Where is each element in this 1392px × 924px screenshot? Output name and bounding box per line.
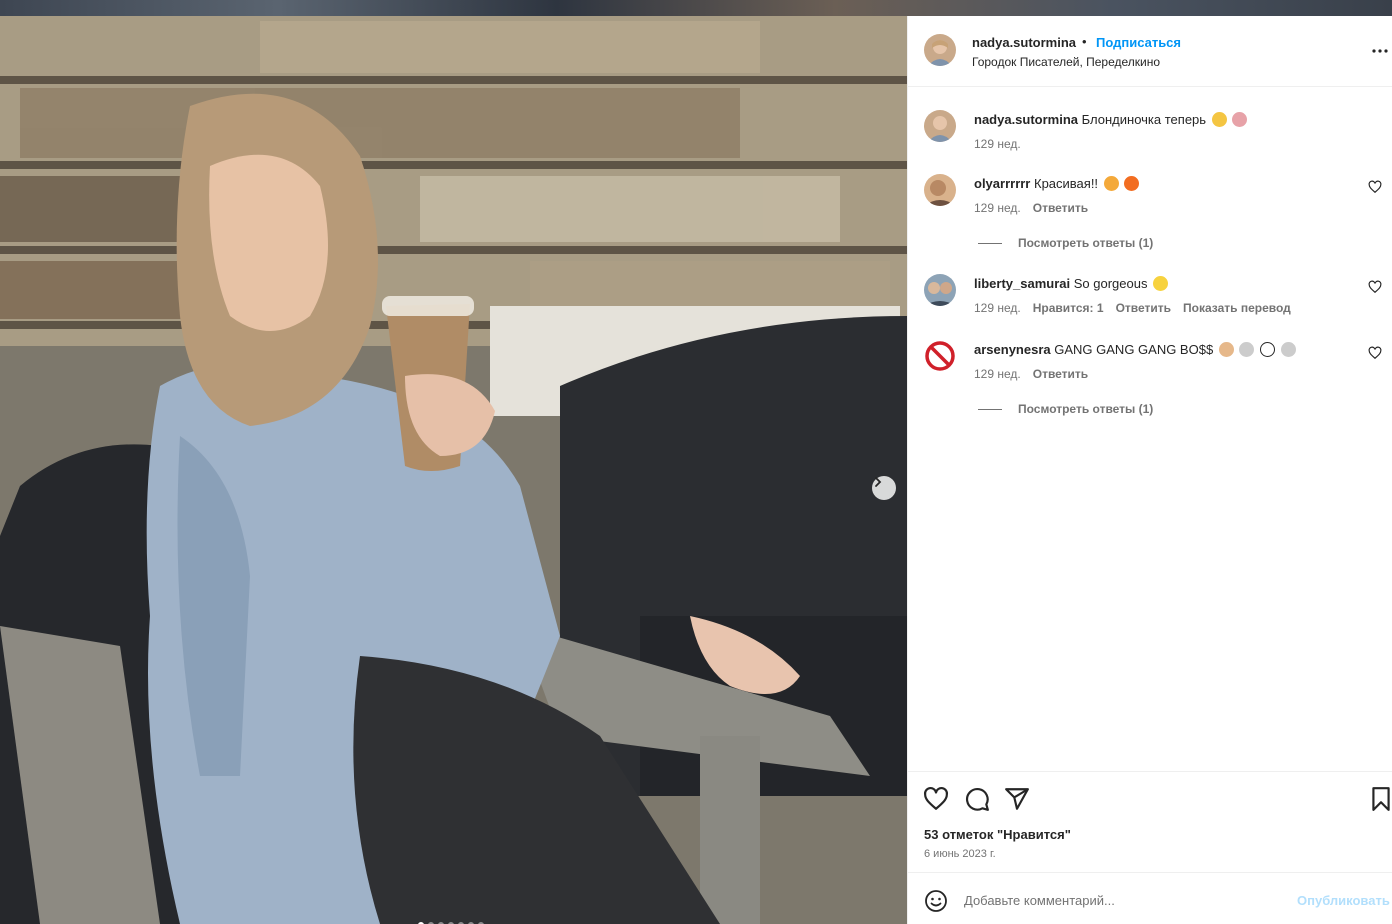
author-avatar[interactable] xyxy=(924,110,956,142)
header-separator: • xyxy=(1082,34,1087,49)
add-comment-bar: Опубликовать xyxy=(908,872,1392,924)
post-date[interactable]: 6 июнь 2023 г. xyxy=(924,848,996,860)
comment-body: GANG GANG GANG BO$$ xyxy=(1054,342,1214,357)
heart-icon[interactable] xyxy=(1368,346,1382,360)
comment-text: olyarrrrrr Красивая!! xyxy=(974,176,1140,191)
commenter-avatar[interactable] xyxy=(924,340,956,372)
post-actions: 53 отметок "Нравится" 6 июнь 2023 г. Опу… xyxy=(908,771,1392,924)
no-entry-icon xyxy=(924,340,956,372)
heart-icon[interactable] xyxy=(1368,180,1382,194)
reply-button[interactable]: Ответить xyxy=(1033,367,1088,381)
emoji-picker-icon[interactable] xyxy=(924,889,948,913)
emoji-icon xyxy=(1260,342,1276,357)
post-header: nadya.sutormina • Подписаться Городок Пи… xyxy=(908,16,1392,87)
publish-button[interactable]: Опубликовать xyxy=(1297,893,1390,908)
post-location[interactable]: Городок Писателей, Переделкино xyxy=(972,55,1160,69)
post-photo[interactable] xyxy=(0,16,907,924)
photo-illustration xyxy=(0,16,907,924)
view-replies-button[interactable]: Посмотреть ответы (1) xyxy=(978,402,1153,416)
emoji-icon xyxy=(1239,342,1255,357)
comment-username[interactable]: nadya.sutormina xyxy=(974,112,1078,127)
comment-meta: 129 нед. Ответить xyxy=(974,367,1088,381)
heart-icon[interactable] xyxy=(1368,280,1382,294)
replies-divider xyxy=(978,242,1002,244)
emoji-icon xyxy=(1124,176,1140,191)
replies-divider xyxy=(978,408,1002,410)
comment-body: Красивая!! xyxy=(1034,176,1099,191)
comment-likes[interactable]: Нравится: 1 xyxy=(1033,301,1104,315)
comment-text: nadya.sutormina Блондиночка теперь xyxy=(974,112,1248,127)
comment-username[interactable]: arsenynesra xyxy=(974,342,1051,357)
comment-icon[interactable] xyxy=(964,786,990,812)
emoji-icon xyxy=(1211,112,1227,127)
more-horizontal-icon[interactable] xyxy=(1371,44,1389,58)
comment-time[interactable]: 129 нед. xyxy=(974,137,1021,151)
comment-time[interactable]: 129 нед. xyxy=(974,201,1021,215)
comment-meta: 129 нед. xyxy=(974,137,1021,151)
comment-input[interactable] xyxy=(964,887,1284,913)
follow-button[interactable]: Подписаться xyxy=(1096,35,1181,50)
chevron-right-icon xyxy=(875,477,882,487)
emoji-icon xyxy=(1153,276,1169,291)
commenter-avatar[interactable] xyxy=(924,274,956,306)
comment-username[interactable]: liberty_samurai xyxy=(974,276,1070,291)
post-details-panel: nadya.sutormina • Подписаться Городок Пи… xyxy=(907,16,1392,924)
show-translation-button[interactable]: Показать перевод xyxy=(1183,301,1291,315)
author-avatar[interactable] xyxy=(924,34,956,66)
comment-text: arsenynesra GANG GANG GANG BO$$ xyxy=(974,342,1296,357)
bookmark-icon[interactable] xyxy=(1368,786,1392,812)
comment-body: Блондиночка теперь xyxy=(1081,112,1207,127)
likes-count[interactable]: 53 отметок "Нравится" xyxy=(924,827,1071,842)
comment-time[interactable]: 129 нед. xyxy=(974,301,1021,315)
reply-button[interactable]: Ответить xyxy=(1116,301,1171,315)
comment-meta: 129 нед. Нравится: 1 Ответить Показать п… xyxy=(974,301,1291,315)
like-heart-icon[interactable] xyxy=(923,786,949,812)
comment-time[interactable]: 129 нед. xyxy=(974,367,1021,381)
comment-body: So gorgeous xyxy=(1073,276,1148,291)
view-replies-label: Посмотреть ответы (1) xyxy=(1018,402,1154,416)
view-replies-button[interactable]: Посмотреть ответы (1) xyxy=(978,236,1153,250)
comment-meta: 129 нед. Ответить xyxy=(974,201,1088,215)
emoji-icon xyxy=(1280,342,1296,357)
reply-button[interactable]: Ответить xyxy=(1033,201,1088,215)
share-icon[interactable] xyxy=(1004,786,1030,812)
author-username[interactable]: nadya.sutormina xyxy=(972,35,1076,50)
view-replies-label: Посмотреть ответы (1) xyxy=(1018,236,1154,250)
emoji-icon xyxy=(1103,176,1119,191)
commenter-avatar[interactable] xyxy=(924,174,956,206)
comment-username[interactable]: olyarrrrrr xyxy=(974,176,1030,191)
carousel-next-button[interactable] xyxy=(872,476,896,500)
emoji-icon xyxy=(1218,342,1234,357)
background-page-strip xyxy=(0,0,1392,16)
comment-text: liberty_samurai So gorgeous xyxy=(974,276,1169,291)
emoji-icon xyxy=(1232,112,1248,127)
